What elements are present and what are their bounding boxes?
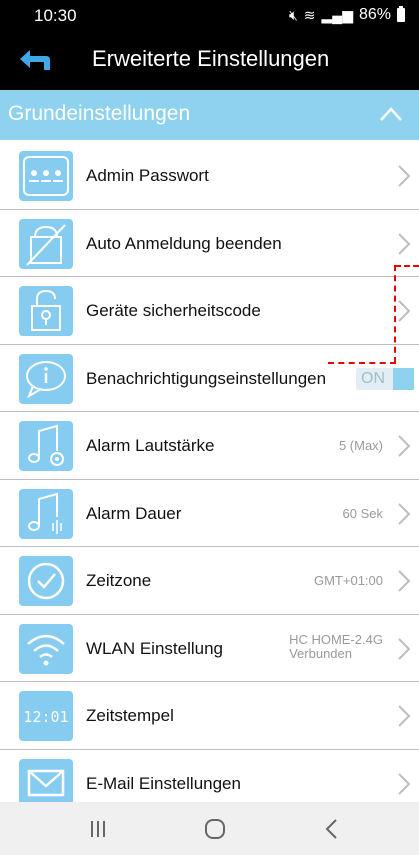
chevron-right-icon xyxy=(398,772,411,795)
alarm-volume-icon xyxy=(19,421,73,471)
battery-percent: 86% xyxy=(358,6,391,23)
mute-icon: 🔇︎ xyxy=(288,6,298,23)
section-header[interactable]: Grundeinstellungen xyxy=(0,90,419,140)
row-label: E-Mail Einstellungen xyxy=(86,773,241,793)
highlight-dashed-line xyxy=(395,265,419,267)
wifi-status-icon: ≋ xyxy=(303,6,316,23)
row-timestamp[interactable]: 12:01 Zeitstempel xyxy=(0,682,419,750)
row-wlan-settings[interactable]: WLAN Einstellung HC HOME-2.4G Verbunden xyxy=(0,614,419,682)
status-indicators: 🔇︎ ≋ ▂▄▆ 86% xyxy=(289,6,405,24)
row-label: Zeitzone xyxy=(86,571,152,590)
password-dots-icon xyxy=(19,151,73,201)
status-bar: 10:30 🔇︎ ≋ ▂▄▆ 86% xyxy=(0,0,419,30)
recent-apps-icon[interactable] xyxy=(78,815,118,843)
toggle-state-label: ON xyxy=(361,369,385,387)
home-icon[interactable] xyxy=(195,815,235,843)
row-alarm-duration[interactable]: Alarm Dauer 60 Sek xyxy=(0,479,419,547)
security-lock-icon xyxy=(19,286,73,336)
row-timezone[interactable]: Zeitzone GMT+01:00 xyxy=(0,547,419,615)
row-value: 5 (Max) xyxy=(338,438,383,453)
row-alarm-volume[interactable]: Alarm Lautstärke 5 (Max) xyxy=(0,412,419,480)
row-device-security-code[interactable]: Geräte sicherheitscode xyxy=(0,277,419,345)
back-arrow-icon[interactable] xyxy=(18,48,52,72)
chevron-right-icon xyxy=(398,232,411,255)
row-label: Auto Anmeldung beenden xyxy=(86,233,282,253)
chevron-right-icon xyxy=(398,502,411,525)
app-bar: Erweiterte Einstellungen xyxy=(0,30,419,90)
notification-bubble-icon xyxy=(19,353,73,404)
row-label: Admin Passwort xyxy=(86,166,209,185)
wifi-icon xyxy=(19,623,73,674)
back-nav-icon[interactable] xyxy=(312,815,352,843)
notification-toggle[interactable]: ON xyxy=(356,367,414,390)
row-value: GMT+01:00 xyxy=(313,573,383,588)
highlight-dashed-line xyxy=(328,362,396,364)
chevron-right-icon xyxy=(398,705,411,727)
timestamp-icon-text: 12:01 xyxy=(23,708,68,726)
row-value: HC HOME-2.4G Verbunden xyxy=(289,631,383,661)
row-admin-password[interactable]: Admin Passwort xyxy=(0,142,419,210)
battery-icon xyxy=(397,6,405,22)
chevron-right-icon xyxy=(398,637,411,660)
system-nav-bar xyxy=(0,802,419,855)
chevron-right-icon xyxy=(398,570,411,592)
timezone-check-icon xyxy=(19,556,73,606)
highlight-dashed-line xyxy=(394,265,396,363)
row-label: Zeitstempel xyxy=(86,706,174,725)
row-label: Alarm Lautstärke xyxy=(86,436,215,455)
status-time: 10:30 xyxy=(34,6,77,25)
timestamp-icon: 12:01 xyxy=(19,691,73,741)
section-title: Grundeinstellungen xyxy=(8,102,191,125)
chevron-up-icon[interactable] xyxy=(379,106,403,122)
wlan-ssid: HC HOME-2.4G xyxy=(289,631,383,647)
email-icon xyxy=(19,758,73,809)
toggle-knob xyxy=(393,367,414,390)
chevron-right-icon xyxy=(398,300,411,322)
alarm-duration-icon xyxy=(19,488,73,539)
settings-list: Admin Passwort Auto Anmeldung beenden Ge… xyxy=(0,142,419,817)
row-auto-login[interactable]: Auto Anmeldung beenden xyxy=(0,209,419,277)
signal-icon: ▂▄▆ xyxy=(321,6,353,23)
row-label: WLAN Einstellung xyxy=(86,638,224,658)
auto-login-off-icon xyxy=(19,218,73,269)
chevron-right-icon xyxy=(398,165,411,187)
wlan-status: Verbunden xyxy=(289,645,352,661)
row-label: Alarm Dauer xyxy=(86,503,182,523)
row-label: Benachrichtigungseinstellungen xyxy=(86,368,327,388)
row-label: Geräte sicherheitscode xyxy=(86,301,261,320)
page-title: Erweiterte Einstellungen xyxy=(92,46,330,71)
chevron-right-icon xyxy=(398,435,411,457)
row-value: 60 Sek xyxy=(342,505,383,521)
row-notification-settings[interactable]: Benachrichtigungseinstellungen ON xyxy=(0,344,419,412)
